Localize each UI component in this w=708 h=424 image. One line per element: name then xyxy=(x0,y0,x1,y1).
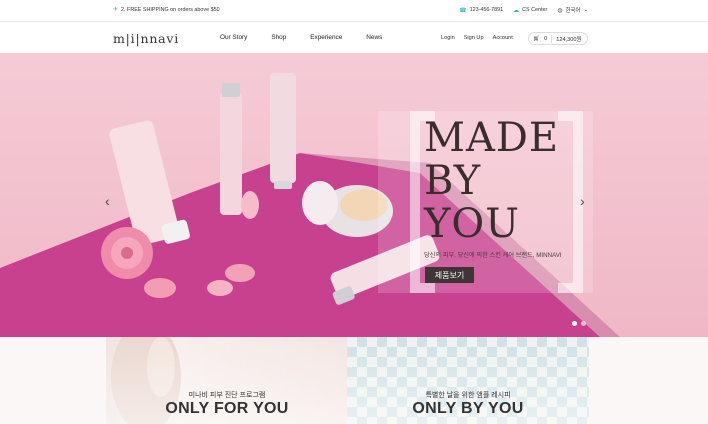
phone-link[interactable]: ☎ 123-456-7891 xyxy=(459,7,503,14)
nav-item-our-story[interactable]: Our Story xyxy=(220,34,247,41)
account-link[interactable]: Account xyxy=(493,35,513,41)
hero-tagline: 당신의 피부, 당신에 의한 스킨 케어 브랜드, MINNAVI xyxy=(424,252,562,259)
globe-icon: ◍ xyxy=(557,7,563,14)
cs-center-link[interactable]: ☁ CS Center xyxy=(513,7,547,14)
chevron-right-icon[interactable]: › xyxy=(580,193,585,209)
top-utility-links: ☎ 123-456-7891 ☁ CS Center ◍ 한국어 ⌄ xyxy=(459,6,588,14)
cart-button[interactable]: 🛒︎ 0 124,300원 xyxy=(528,32,588,45)
chevron-left-icon[interactable]: ‹ xyxy=(105,193,110,209)
language-selector[interactable]: ◍ 한국어 ⌄ xyxy=(557,6,588,14)
tall-tube-image xyxy=(270,73,296,189)
phone-number: 123-456-7891 xyxy=(469,7,504,13)
language-label: 한국어 xyxy=(565,8,581,14)
nav-item-news[interactable]: News xyxy=(366,34,382,41)
petal-image xyxy=(225,264,255,282)
cart-icon: 🛒︎ xyxy=(533,35,541,42)
promo-card-only-for-you[interactable]: 미나비 피부 진단 프로그램 ONLY FOR YOU xyxy=(106,337,348,424)
chevron-down-icon: ⌄ xyxy=(583,7,588,13)
petal-image xyxy=(144,278,176,298)
top-bar: ✈ 2. FREE SHIPPING on orders above $50 ☎… xyxy=(0,0,708,22)
hero-headline: MADE BY YOU xyxy=(424,117,559,246)
card-title: ONLY BY YOU xyxy=(412,400,524,417)
cs-center-label: CS Center xyxy=(522,7,548,13)
main-nav: Our Story Shop Experience News xyxy=(220,34,406,41)
slide-dot[interactable] xyxy=(572,321,577,326)
phone-icon: ☎ xyxy=(459,7,467,14)
hero-banner: MADE BY YOU 당신의 피부, 당신에 의한 스킨 케어 브랜드, MI… xyxy=(0,53,708,337)
cart-total: 124,300원 xyxy=(556,36,582,43)
promo-cards: 미나비 피부 진단 프로그램 ONLY FOR YOU 특별한 날을 위한 앰플… xyxy=(0,337,708,424)
headline-line: MADE xyxy=(424,115,560,161)
headline-line: YOU xyxy=(424,201,520,247)
brand-logo[interactable]: m|i|nnavi xyxy=(113,31,179,46)
serum-bottle-image xyxy=(220,83,242,215)
view-products-button[interactable]: 제품보기 xyxy=(425,267,474,283)
petal-image xyxy=(241,191,259,219)
login-link[interactable]: Login xyxy=(441,35,455,41)
card-subtitle: 미나비 피부 진단 프로그램 xyxy=(188,392,266,399)
cart-count: 0 xyxy=(544,35,548,42)
card-title: ONLY FOR YOU xyxy=(165,400,289,417)
promo-card-only-by-you[interactable]: 특별한 날을 위한 앰플 레시피 ONLY BY YOU xyxy=(347,337,589,424)
petal-image xyxy=(207,280,233,296)
account-links: Login Sign Up Account xyxy=(441,35,513,41)
main-header: m|i|nnavi Our Story Shop Experience News… xyxy=(0,22,708,53)
nav-item-experience[interactable]: Experience xyxy=(310,34,342,41)
slide-indicators xyxy=(572,321,586,326)
slide-dot[interactable] xyxy=(581,321,586,326)
airplane-icon: ✈ xyxy=(113,7,119,13)
card-subtitle: 특별한 날을 위한 앰플 레시피 xyxy=(425,392,511,399)
cart-divider xyxy=(551,34,553,43)
rose-flower-image xyxy=(101,227,153,279)
cloud-icon: ☁ xyxy=(513,7,520,14)
signup-link[interactable]: Sign Up xyxy=(464,35,484,41)
headline-line: BY xyxy=(424,158,482,204)
nav-item-shop[interactable]: Shop xyxy=(271,34,286,41)
shipping-promo-text: 2. FREE SHIPPING on orders above $50 xyxy=(121,6,220,13)
shipping-promo: ✈ 2. FREE SHIPPING on orders above $50 xyxy=(113,6,220,14)
